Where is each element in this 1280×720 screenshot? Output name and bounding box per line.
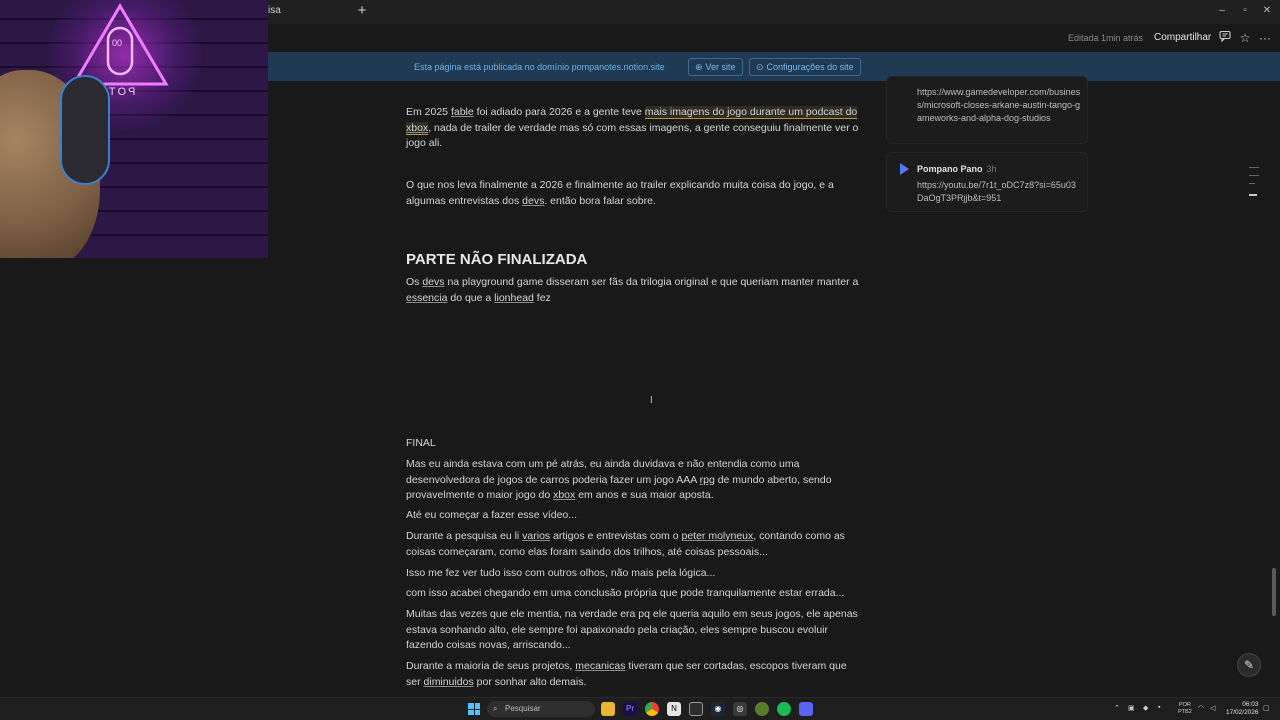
view-site-label: Ver site	[705, 62, 736, 72]
app-icon[interactable]	[689, 702, 703, 716]
app-icon[interactable]	[755, 702, 769, 716]
more-options-icon[interactable]: ···	[1257, 30, 1273, 46]
paragraph[interactable]: Até eu começar a fazer esse vídeo...	[406, 508, 862, 524]
paragraph[interactable]: Isso me fez ver tudo isso com outros olh…	[406, 566, 862, 582]
headphone-icon	[60, 75, 110, 185]
obs-icon[interactable]: ◎	[733, 702, 747, 716]
new-tab-button[interactable]: +	[354, 2, 370, 20]
globe-icon: ⊕	[695, 62, 703, 72]
windows-start-icon[interactable]	[468, 703, 480, 715]
discord-icon[interactable]	[799, 702, 813, 716]
comment-author: Pompano Pano 3h	[917, 164, 997, 174]
edited-status: Editada 1min atrás	[1068, 33, 1144, 43]
file-explorer-icon[interactable]	[601, 702, 615, 716]
final-label[interactable]: FINAL	[406, 436, 862, 452]
paragraph[interactable]: Os devs na playground game disseram ser …	[406, 275, 862, 306]
steam-icon[interactable]: ◉	[711, 702, 725, 716]
paragraph[interactable]: Mas eu ainda estava com um pé atrás, eu …	[406, 457, 862, 504]
tab-title[interactable]: isa	[268, 5, 281, 16]
help-button[interactable]: ✎	[1237, 653, 1261, 677]
scrollbar-thumb[interactable]	[1272, 568, 1276, 616]
site-settings-button[interactable]: ⊙ Configurações do site	[749, 58, 861, 76]
windows-taskbar: ⌕ Pesquisar Pr N ◉ ◎ ⌃ ▣ ◆ ▪ POR PTB2 ◠ ◁ …	[0, 697, 1280, 720]
text-cursor-icon: I	[650, 395, 653, 406]
user-avatar-icon	[900, 163, 909, 175]
search-icon: ⌕	[493, 704, 498, 713]
webcam-overlay: 00 POTATO	[0, 0, 268, 258]
favorite-star-icon[interactable]: ☆	[1237, 30, 1253, 46]
paragraph[interactable]: Durante a maioria de seus projetos, meca…	[406, 659, 862, 690]
minimize-button[interactable]: –	[1211, 4, 1233, 18]
volume-icon[interactable]: ◁	[1210, 704, 1215, 712]
comment-card[interactable]: https://www.gamedeveloper.com/business/m…	[886, 76, 1088, 144]
settings-icon: ⊙	[756, 62, 764, 72]
premiere-icon[interactable]: Pr	[623, 702, 637, 716]
tray-app-icon[interactable]: ◆	[1143, 704, 1148, 712]
wifi-icon[interactable]: ◠	[1198, 704, 1204, 712]
clock[interactable]: 06:03 17/02/2026	[1226, 701, 1259, 717]
outline-marker[interactable]	[1249, 175, 1259, 176]
chrome-icon[interactable]	[645, 702, 659, 716]
outline-marker-active[interactable]	[1249, 194, 1257, 196]
share-button[interactable]: Compartilhar	[1154, 32, 1211, 43]
outline-marker[interactable]	[1249, 167, 1259, 168]
notification-icon[interactable]: ▢	[1263, 704, 1270, 712]
close-button[interactable]: ✕	[1256, 4, 1278, 18]
spotify-icon[interactable]	[777, 702, 791, 716]
sign-glyph: 00	[112, 38, 123, 48]
tray-chevron-icon[interactable]: ⌃	[1114, 704, 1120, 712]
comments-icon[interactable]	[1217, 30, 1233, 46]
outline-marker[interactable]	[1249, 183, 1255, 184]
view-site-button[interactable]: ⊕ Ver site	[688, 58, 743, 76]
comment-card[interactable]: Pompano Pano 3h https://youtu.be/7r1t_oDC…	[886, 152, 1088, 212]
language-indicator[interactable]: POR PTB2	[1178, 702, 1192, 716]
publish-banner: Esta página está publicada no domínio po…	[268, 52, 1280, 81]
comment-link[interactable]: https://www.gamedeveloper.com/business/m…	[917, 86, 1081, 125]
tray-app-icon[interactable]: ▣	[1128, 704, 1135, 712]
paragraph[interactable]: O que nos leva finalmente a 2026 e final…	[406, 178, 862, 209]
taskbar-search[interactable]: ⌕ Pesquisar	[487, 701, 595, 717]
notion-icon[interactable]: N	[667, 702, 681, 716]
paragraph[interactable]: Muitas das vezes que ele mentia, na verd…	[406, 607, 862, 654]
tray-app-icon[interactable]: ▪	[1158, 704, 1160, 711]
maximize-button[interactable]: ▫	[1234, 4, 1256, 18]
section-heading[interactable]: PARTE NÃO FINALIZADA	[406, 251, 587, 268]
comment-link[interactable]: https://youtu.be/7r1t_oDC7z8?si=65u03DaO…	[917, 179, 1077, 205]
paragraph[interactable]: Durante a pesquisa eu li varios artigos …	[406, 529, 862, 560]
paragraph[interactable]: com isso acabei chegando em uma conclusã…	[406, 586, 862, 602]
banner-message: Esta página está publicada no domínio po…	[414, 62, 665, 72]
site-settings-label: Configurações do site	[766, 62, 854, 72]
paragraph[interactable]: Em 2025 fable foi adiado para 2026 e a g…	[406, 105, 862, 152]
